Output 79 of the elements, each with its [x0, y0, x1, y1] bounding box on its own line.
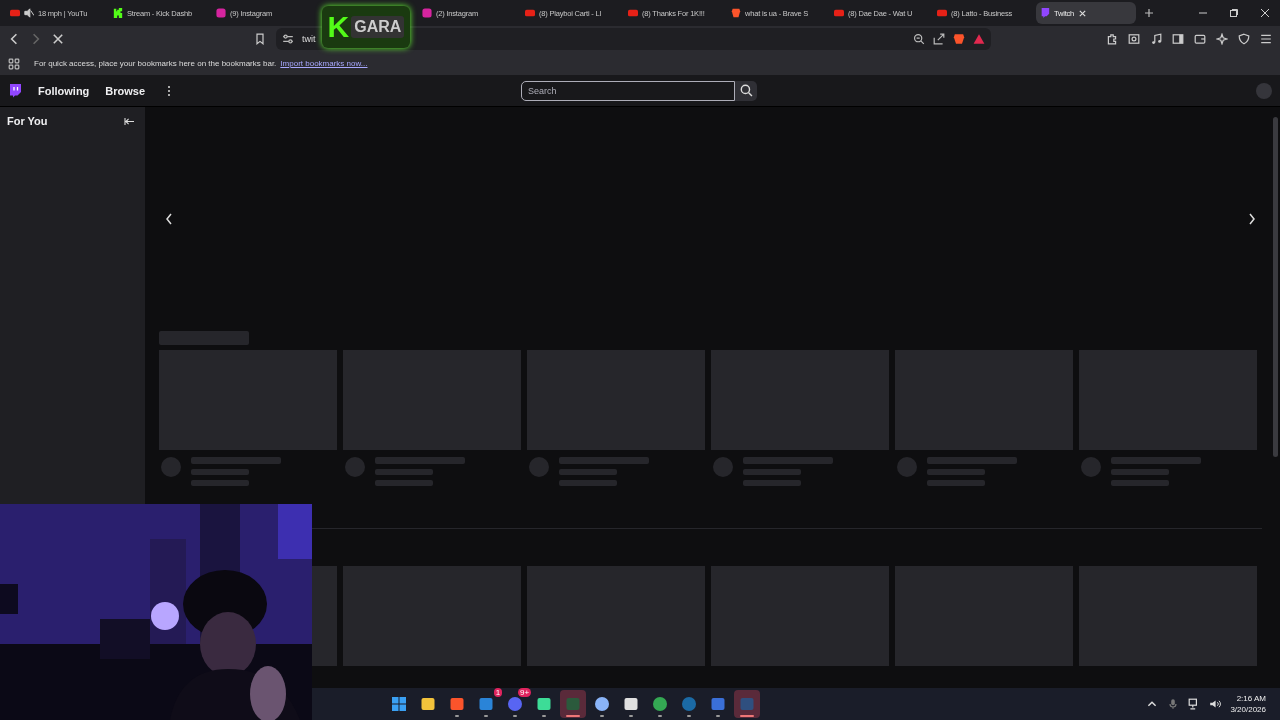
more-icon[interactable] [167, 84, 172, 97]
clock-time[interactable]: 2:16 AM [1236, 693, 1266, 704]
taskbar-app[interactable] [560, 690, 587, 718]
app-icon [739, 696, 756, 712]
loading-placeholder [1111, 480, 1169, 486]
windows-logo-icon [391, 696, 408, 712]
zoom-out-icon[interactable] [913, 33, 925, 45]
back-icon[interactable] [8, 33, 20, 45]
scrollbar[interactable] [1273, 117, 1278, 457]
loading-placeholder [743, 480, 801, 486]
loading-placeholder [375, 469, 433, 475]
site-settings-icon[interactable] [282, 33, 294, 45]
triangle-icon[interactable] [973, 33, 985, 45]
round-app-icon [507, 696, 524, 712]
speaker-icon[interactable] [1209, 698, 1222, 710]
site-icon [216, 8, 226, 18]
app-icon [536, 696, 553, 712]
sidebar-icon[interactable] [1172, 33, 1184, 45]
new-tab-icon[interactable] [1144, 8, 1154, 18]
site-icon [628, 8, 638, 18]
avatar-placeholder [897, 457, 917, 477]
notification-badge: 9+ [518, 688, 532, 697]
clock-date[interactable]: 3/20/2026 [1230, 704, 1266, 715]
loading-placeholder [559, 480, 617, 486]
loading-placeholder [927, 469, 985, 475]
collapse-icon[interactable] [124, 116, 135, 126]
taskbar-app[interactable] [734, 690, 761, 718]
wallet-icon[interactable] [1194, 33, 1206, 45]
app-icon [623, 696, 640, 712]
site-icon [422, 8, 432, 18]
share-icon[interactable] [933, 33, 945, 45]
muted-speaker-icon[interactable] [24, 8, 34, 18]
shield-icon[interactable] [1238, 33, 1250, 45]
apps-grid-icon[interactable] [8, 57, 20, 70]
sidebar-title: For You [7, 115, 48, 127]
music-note-icon[interactable] [1150, 33, 1162, 45]
avatar-placeholder [345, 457, 365, 477]
loading-placeholder [927, 480, 985, 486]
restore-icon[interactable] [1229, 8, 1239, 18]
avatar-placeholder [529, 457, 549, 477]
loading-placeholder [375, 480, 433, 486]
taskbar-app[interactable]: 9+ [502, 690, 529, 718]
site-icon [113, 8, 123, 18]
round-app-icon [681, 696, 698, 712]
nav-link[interactable]: Browse [105, 84, 146, 97]
round-app-icon [652, 696, 669, 712]
site-icon [525, 8, 535, 18]
site-icon [834, 8, 844, 18]
taskbar-app[interactable]: 1 [473, 690, 500, 718]
loading-placeholder [191, 480, 249, 486]
nav-link[interactable]: Following [38, 84, 90, 97]
site-icon [1040, 8, 1050, 18]
url-text: twit [302, 34, 316, 44]
site-icon [937, 8, 947, 18]
loading-placeholder [1111, 469, 1169, 475]
bookmark-icon[interactable] [254, 33, 266, 45]
import-bookmarks-link[interactable]: Import bookmarks now... [280, 59, 368, 68]
close-icon[interactable] [1078, 8, 1088, 18]
avatar-placeholder [161, 457, 181, 477]
app-icon [449, 696, 466, 712]
site-icon [731, 8, 741, 18]
search-field[interactable]: Search [521, 80, 736, 101]
close-icon[interactable] [1260, 8, 1270, 18]
extensions-icon[interactable] [1106, 33, 1118, 45]
loading-placeholder [559, 469, 617, 475]
site-icon [10, 8, 20, 18]
bookmarks-hint: For quick access, place your bookmarks here on the bookmarks bar. [34, 59, 277, 68]
search-button[interactable] [735, 80, 758, 101]
avatar-placeholder [1081, 457, 1101, 477]
loading-placeholder [191, 469, 249, 475]
stop-icon[interactable] [52, 33, 64, 45]
twitch-logo-icon[interactable] [8, 83, 22, 98]
avatar-placeholder [713, 457, 733, 477]
notification-badge: 1 [493, 688, 503, 697]
search-tab-icon[interactable] [1128, 33, 1140, 45]
loading-placeholder [743, 469, 801, 475]
sparkle-icon[interactable] [1216, 33, 1228, 45]
menu-icon[interactable] [1260, 33, 1272, 45]
microphone-icon[interactable] [1167, 698, 1180, 710]
